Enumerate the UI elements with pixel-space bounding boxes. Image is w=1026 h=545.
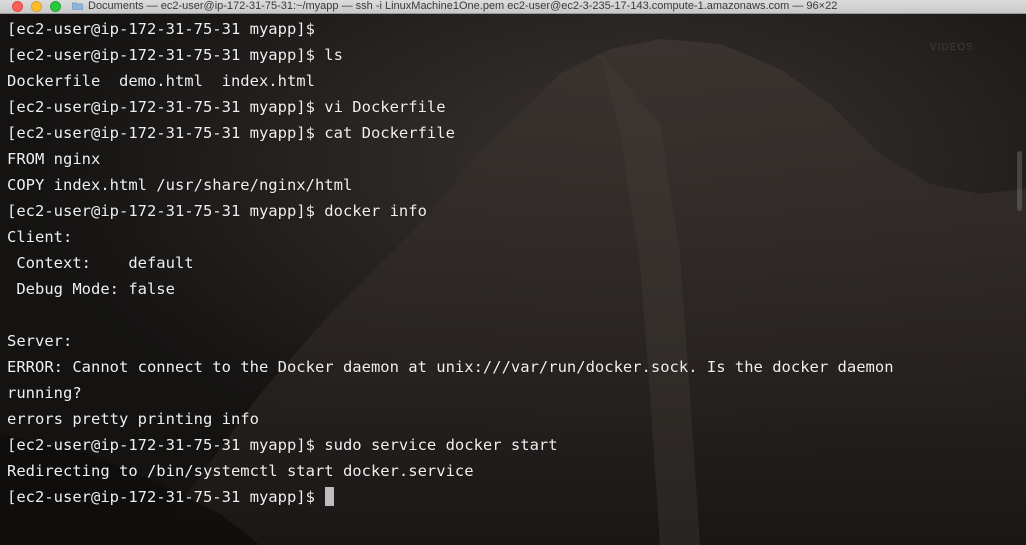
terminal-line: errors pretty printing info: [7, 410, 259, 428]
terminal-line: Server:: [7, 332, 73, 350]
terminal-line: ERROR: Cannot connect to the Docker daem…: [7, 358, 894, 376]
terminal-output[interactable]: [ec2-user@ip-172-31-75-31 myapp]$ [ec2-u…: [7, 16, 1019, 510]
scrollbar[interactable]: [1017, 16, 1023, 541]
window-title: Documents — ec2-user@ip-172-31-75-31:~/m…: [88, 0, 838, 12]
terminal-line: COPY index.html /usr/share/nginx/html: [7, 176, 353, 194]
terminal-line: Debug Mode: false: [7, 280, 175, 298]
folder-icon: [72, 2, 83, 10]
terminal-line: [ec2-user@ip-172-31-75-31 myapp]$ ls: [7, 46, 343, 64]
command-prompt-line[interactable]: [ec2-user@ip-172-31-75-31 myapp]$: [7, 484, 1019, 510]
terminal-line: [ec2-user@ip-172-31-75-31 myapp]$ docker…: [7, 202, 427, 220]
scrollbar-thumb[interactable]: [1017, 151, 1022, 211]
terminal-line: [ec2-user@ip-172-31-75-31 myapp]$ sudo s…: [7, 436, 558, 454]
terminal-line: [ec2-user@ip-172-31-75-31 myapp]$ cat Do…: [7, 124, 455, 142]
terminal-line: Redirecting to /bin/systemctl start dock…: [7, 462, 474, 480]
title-bar[interactable]: Documents — ec2-user@ip-172-31-75-31:~/m…: [0, 0, 1026, 14]
terminal-line: Dockerfile demo.html index.html: [7, 72, 315, 90]
terminal-line: FROM nginx: [7, 150, 101, 168]
text-cursor: [325, 487, 335, 506]
terminal-line: running?: [7, 384, 82, 402]
minimize-button[interactable]: [31, 1, 42, 12]
command-prompt: [ec2-user@ip-172-31-75-31 myapp]$: [7, 488, 325, 506]
terminal-line: [ec2-user@ip-172-31-75-31 myapp]$ vi Doc…: [7, 98, 446, 116]
close-button[interactable]: [12, 1, 23, 12]
zoom-button[interactable]: [50, 1, 61, 12]
terminal-line: Client:: [7, 228, 73, 246]
terminal-window: Documents — ec2-user@ip-172-31-75-31:~/m…: [0, 0, 1026, 545]
terminal-line: [ec2-user@ip-172-31-75-31 myapp]$: [7, 20, 315, 38]
terminal-line: Context: default: [7, 254, 194, 272]
